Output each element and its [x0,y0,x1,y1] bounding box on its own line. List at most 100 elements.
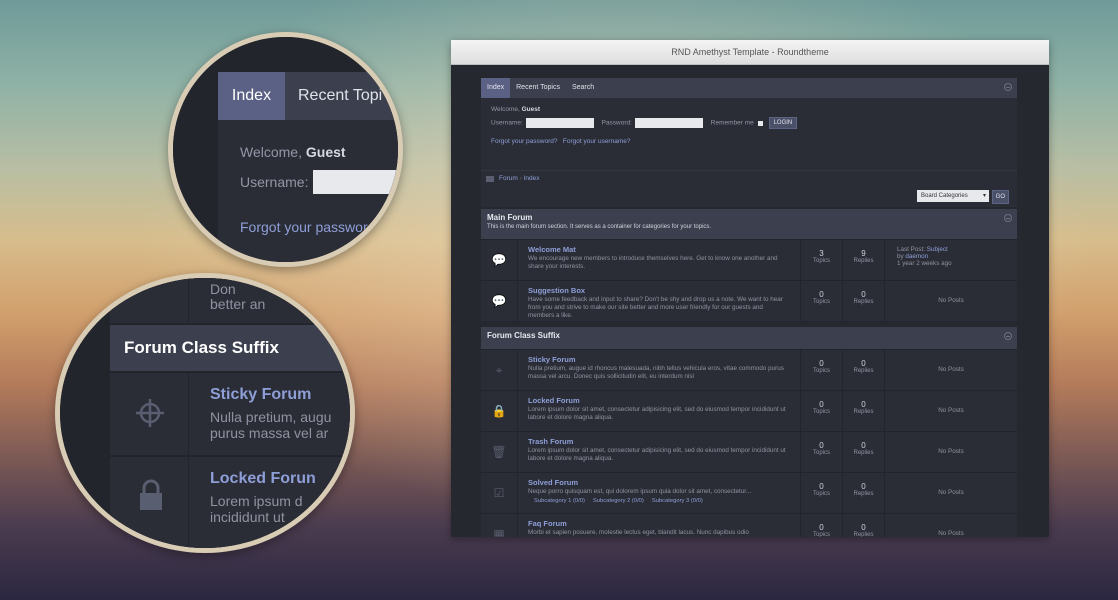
replies-label: Replies [853,491,874,497]
zoom-nav-recent[interactable]: Recent Topi [298,72,382,120]
breadcrumb-separator: › [519,175,522,182]
nav-recent-topics[interactable]: Recent Topics [510,78,566,98]
forum-page: Index Recent Topics Search Welcome, Gues… [481,78,1017,537]
by-label: by [897,253,904,260]
subcategory-link[interactable]: Subcategory 1 (0/0) [534,498,585,504]
board-categories-select[interactable]: Board Categories ▾ [917,190,989,202]
password-input[interactable] [634,118,703,128]
forum-name[interactable]: Solved Forum [528,478,790,487]
replies-count: 0 Replies [843,350,885,390]
lock-icon: 🔒 [481,391,518,431]
collapse-icon[interactable] [1004,83,1012,91]
forum-row: ⌖ Sticky Forum Nulla pretium, augue id rho… [481,349,1017,390]
select-value: Board Categories [921,193,968,199]
zoom-forum-name[interactable]: Sticky Forum [210,386,311,404]
forgot-password-link[interactable]: Forgot your password? [491,138,557,145]
forum-row: ▦ Faq Forum Morbi et sapien posuere, moles… [481,513,1017,537]
welcome-text: Welcome, [491,106,520,113]
collapse-icon[interactable] [1004,332,1012,340]
topics-count: 0 Topics [801,514,843,537]
nav-index[interactable]: Index [481,78,511,98]
forum-name[interactable]: Trash Forum [528,437,790,446]
zoom-username-input[interactable] [313,170,398,194]
remember-checkbox[interactable] [757,120,763,126]
top-nav: Index Recent Topics Search [481,78,1017,98]
forum-name[interactable]: Faq Forum [528,519,790,528]
username-input[interactable] [525,118,594,128]
forgot-username-link[interactable]: Forgot your username? [563,138,631,145]
zoom-nav-index[interactable]: Index [218,72,285,120]
last-post-user[interactable]: daemon [905,253,928,260]
topics-label: Topics [812,299,830,305]
zoom-forum-desc-1: Lorem ipsum d [210,493,303,509]
breadcrumb-forum[interactable]: Forum [499,175,518,182]
window-title: RND Amethyst Template - Roundtheme [451,40,1049,65]
category-title[interactable]: Forum Class Suffix [487,331,1011,340]
forum-desc: Lorem ipsum dolor sit amet, consectetur … [528,406,786,421]
replies-label: Replies [853,450,874,456]
topics-value: 3 [819,249,824,258]
last-post-time: 1 year 2 weeks ago [897,260,952,267]
subcategory-link[interactable]: Subcategory 2 (0/0) [593,498,644,504]
topics-value: 0 [819,400,824,409]
forum-desc: Lorem ipsum dolor sit amet, consectetur … [528,447,786,462]
forum-info: Trash Forum Lorem ipsum dolor sit amet, c… [518,432,801,472]
zoom-forum-desc-2: purus massa vel ar [210,425,329,441]
topics-value: 0 [819,482,824,491]
forum-info: Welcome Mat We encourage new members to … [518,240,801,280]
check-icon: ☑ [481,473,518,513]
forum-row: 🔒 Locked Forum Lorem ipsum dolor sit amet,… [481,390,1017,431]
lock-icon [140,479,162,510]
topics-value: 0 [819,523,824,532]
last-post-subject[interactable]: Subject [927,246,948,253]
collapse-icon[interactable] [1004,214,1012,222]
zoom-forgot-link[interactable]: Forgot your passwor [240,219,368,235]
forum-name[interactable]: Welcome Mat [528,245,790,254]
replies-label: Replies [853,258,874,264]
replies-count: 9 Replies [843,240,885,280]
topics-label: Topics [812,532,830,537]
forum-name[interactable]: Suggestion Box [528,286,790,295]
suffix-forum-list: ⌖ Sticky Forum Nulla pretium, augue id rho… [481,349,1017,537]
replies-value: 9 [861,249,866,258]
forum-desc: We encourage new members to introduce th… [528,255,778,270]
breadcrumb-index[interactable]: Index [524,175,540,182]
topics-value: 0 [819,290,824,299]
login-button[interactable]: LOGIN [768,117,798,129]
forum-name[interactable]: Sticky Forum [528,355,790,364]
forum-name[interactable]: Locked Forum [528,396,790,405]
topics-count: 0 Topics [801,281,843,321]
replies-value: 0 [861,290,866,299]
forum-info: Sticky Forum Nulla pretium, augue id rhon… [518,350,801,390]
no-posts: No Posts [938,407,964,414]
zoom-category-header: Forum Class Suffix [110,325,350,371]
category-title[interactable]: Main Forum [487,213,1011,222]
zoom-forum-name[interactable]: Locked Forun [210,470,316,488]
forum-desc: Morbi et sapien posuere, molestie lectus… [528,529,749,536]
topics-value: 0 [819,359,824,368]
no-posts: No Posts [938,366,964,373]
last-post: Last Post: Subject by daemon 1 year 2 we… [885,240,1017,280]
folder-icon [486,176,494,182]
topics-count: 0 Topics [801,350,843,390]
go-button[interactable]: GO [991,190,1009,204]
nav-search[interactable]: Search [566,78,600,98]
forum-row: ☑ Solved Forum Neque porro quisquam est, q… [481,472,1017,513]
topics-count: 0 Topics [801,391,843,431]
zoom-category-title[interactable]: Forum Class Suffix [124,338,279,358]
breadcrumb: Forum › Index [481,170,1017,187]
zoom-forum-row: Sticky Forum Nulla pretium, augu purus ma… [110,372,350,455]
replies-label: Replies [853,368,874,374]
replies-value: 0 [861,400,866,409]
remember-label: Remember me [710,119,754,127]
zoom-forum-row: Locked Forun Lorem ipsum d incididunt ut [110,456,350,548]
topics-label: Topics [812,258,830,264]
replies-label: Replies [853,409,874,415]
zoom-guest: Guest [305,144,346,160]
forum-desc: Have some feedback and input to share? D… [528,296,783,319]
forum-info: Suggestion Box Have some feedback and in… [518,281,801,321]
replies-label: Replies [853,532,874,537]
forum-info: Solved Forum Neque porro quisquam est, qu… [518,473,801,513]
zoom-login-panel: Welcome, Guest Username: Forgot your pas… [218,120,398,262]
subcategory-link[interactable]: Subcategory 3 (0/0) [652,498,703,504]
